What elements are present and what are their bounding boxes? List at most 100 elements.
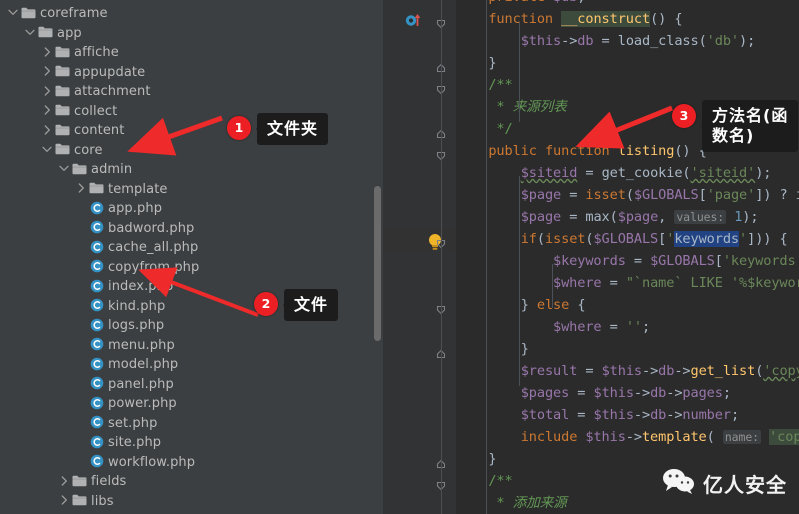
tree-item-label: power.php	[108, 396, 177, 411]
code-line[interactable]: $keywords = $GLOBALS['keywords']	[456, 250, 799, 272]
tree-item-set-php[interactable]: set.php	[0, 414, 157, 434]
tree-item-label: content	[74, 123, 125, 138]
chevron-right-icon[interactable]	[40, 105, 54, 115]
chevron-right-icon[interactable]	[40, 66, 54, 76]
editor-gutter[interactable]	[383, 0, 456, 514]
tree-item-index-php[interactable]: index.php	[0, 277, 173, 297]
tree-item-label: index.php	[108, 279, 174, 294]
tree-item-collect[interactable]: collect	[0, 102, 117, 122]
tree-item-panel-php[interactable]: panel.php	[0, 375, 174, 395]
code-line[interactable]: $total = $this->db->number;	[456, 404, 799, 426]
folder-icon	[54, 46, 71, 58]
code-line[interactable]: $result = $this->db->get_list('copyf	[456, 360, 799, 382]
code-line[interactable]: $where = "`name` LIKE '%$keyword	[456, 272, 799, 294]
php-file-icon	[88, 318, 105, 332]
code-line[interactable]: private $db;	[456, 0, 799, 8]
tree-item-power-php[interactable]: power.php	[0, 394, 177, 414]
project-tree-panel[interactable]: coreframe app affiche appupdate attachment co…	[0, 0, 383, 514]
code-line[interactable]: $this->db = load_class('db');	[456, 30, 799, 52]
folder-icon	[54, 104, 71, 116]
tree-item-kind-php[interactable]: kind.php	[0, 297, 165, 317]
tree-item-label: template	[108, 181, 168, 197]
chevron-right-icon[interactable]	[57, 476, 71, 486]
tree-item-label: admin	[91, 162, 133, 177]
code-text-area[interactable]: private $db; function __construct() { $t…	[456, 0, 799, 514]
tree-item-label: copyfrom.php	[108, 259, 200, 275]
chevron-right-icon[interactable]	[40, 125, 54, 135]
wechat-icon	[662, 468, 696, 498]
annotation-badge-1: 1	[227, 116, 251, 140]
code-line[interactable]: if(isset($GLOBALS['keywords'])) {	[456, 228, 799, 250]
tree-item-fields[interactable]: fields	[0, 472, 126, 492]
tree-item-copyfrom-php[interactable]: copyfrom.php	[0, 258, 199, 278]
tree-item-label: site.php	[108, 435, 162, 450]
folder-icon	[54, 85, 71, 97]
code-line[interactable]: $page = isset($GLOBALS['page']) ? in	[456, 184, 799, 206]
code-line[interactable]: $siteid = get_cookie('siteid');	[456, 162, 799, 184]
tree-item-label: kind.php	[108, 298, 166, 314]
chevron-down-icon[interactable]	[40, 146, 54, 153]
code-line[interactable]: }	[456, 338, 799, 360]
tree-item-workflow-php[interactable]: workflow.php	[0, 453, 195, 473]
tree-item-core[interactable]: core	[0, 141, 103, 161]
annotation-tooltip-1: 文件夹	[255, 113, 329, 145]
tree-item-label: set.php	[108, 415, 158, 431]
tree-item-admin[interactable]: admin	[0, 160, 132, 180]
watermark: 亿人安全	[662, 468, 787, 498]
tree-item-affiche[interactable]: affiche	[0, 43, 119, 63]
tree-item-cache-all-php[interactable]: cache_all.php	[0, 238, 198, 258]
tree-item-label: attachment	[74, 84, 151, 99]
tree-item-app[interactable]: app	[0, 24, 82, 44]
chevron-down-icon[interactable]	[6, 9, 20, 16]
chevron-right-icon[interactable]	[40, 47, 54, 57]
folder-icon	[54, 143, 71, 155]
screenshot-root: coreframe app affiche appupdate attachment co…	[0, 0, 799, 514]
tree-item-content[interactable]: content	[0, 121, 124, 141]
annotation-tooltip-2: 文件	[282, 289, 339, 321]
tree-item-label: fields	[91, 474, 127, 489]
tree-item-label: collect	[74, 103, 118, 119]
tree-item-label: model.php	[108, 357, 179, 372]
code-line[interactable]: include $this->template( name: 'copyf	[456, 426, 799, 448]
code-line[interactable]: /**	[456, 74, 799, 96]
code-line[interactable]: $where = '';	[456, 316, 799, 338]
php-file-icon	[88, 220, 105, 234]
chevron-right-icon[interactable]	[57, 495, 71, 505]
tree-item-label: app.php	[108, 201, 163, 216]
tree-item-label: affiche	[74, 45, 119, 60]
code-line[interactable]: }	[456, 52, 799, 74]
tree-item-libs[interactable]: libs	[0, 492, 114, 512]
tree-item-app-php[interactable]: app.php	[0, 199, 162, 219]
tree-item-label: panel.php	[108, 376, 174, 392]
chevron-down-icon[interactable]	[57, 165, 71, 172]
code-line[interactable]: } else {	[456, 294, 799, 316]
tree-item-template[interactable]: template	[0, 180, 167, 200]
tree-item-label: coreframe	[40, 6, 108, 21]
tree-item-attachment[interactable]: attachment	[0, 82, 151, 102]
php-file-icon	[88, 240, 105, 254]
indent-guide	[486, 0, 487, 514]
chevron-right-icon[interactable]	[40, 86, 54, 96]
code-line[interactable]: $page = max($page, values: 1);	[456, 206, 799, 228]
code-line[interactable]: $pages = $this->db->pages;	[456, 382, 799, 404]
code-line[interactable]: function __construct() {	[456, 8, 799, 30]
tree-item-menu-php[interactable]: menu.php	[0, 336, 175, 356]
tree-item-logs-php[interactable]: logs.php	[0, 316, 164, 336]
chevron-down-icon[interactable]	[23, 29, 37, 36]
tree-item-model-php[interactable]: model.php	[0, 355, 178, 375]
tree-item-appupdate[interactable]: appupdate	[0, 63, 145, 83]
tree-item-coreframe[interactable]: coreframe	[0, 4, 108, 24]
tree-item-badword-php[interactable]: badword.php	[0, 219, 194, 239]
code-line[interactable]: }	[456, 448, 799, 470]
folder-icon	[54, 65, 71, 77]
editor-scrollbar[interactable]	[374, 186, 381, 341]
tree-item-site-php[interactable]: site.php	[0, 433, 161, 453]
fold-rail	[440, 0, 442, 514]
method-override-icon[interactable]	[405, 12, 423, 31]
indent-guide	[519, 176, 520, 386]
chevron-right-icon[interactable]	[74, 183, 88, 193]
php-file-icon	[88, 337, 105, 351]
indent-guide	[552, 264, 553, 308]
folder-icon	[37, 26, 54, 38]
code-editor[interactable]: 1516171819202122232425262728293031323334…	[383, 0, 799, 514]
